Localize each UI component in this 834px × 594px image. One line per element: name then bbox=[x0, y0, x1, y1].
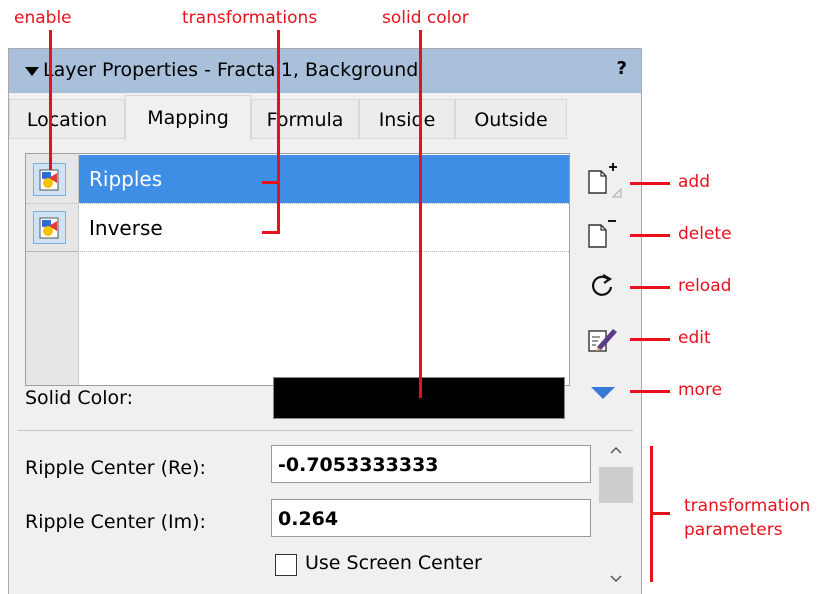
panel-title: Layer Properties - Fractal1, Background bbox=[43, 59, 419, 81]
delete-annotation: delete bbox=[678, 224, 732, 244]
row-separator bbox=[26, 251, 569, 252]
delete-document-icon bbox=[588, 220, 616, 248]
transformation-row-inverse[interactable]: Inverse bbox=[79, 204, 569, 252]
solid-color-pointer-line bbox=[419, 30, 422, 398]
use-screen-center-checkbox[interactable] bbox=[275, 554, 297, 576]
add-document-icon bbox=[588, 163, 622, 198]
enable-toggle-inverse[interactable] bbox=[33, 211, 66, 244]
more-annotation: more bbox=[678, 380, 723, 400]
use-screen-center-label: Use Screen Center bbox=[305, 552, 482, 574]
parameters-scrollbar[interactable] bbox=[599, 435, 633, 594]
ripple-center-re-label: Ripple Center (Re): bbox=[25, 457, 206, 479]
reload-annotation: reload bbox=[678, 276, 732, 296]
panel-titlebar[interactable]: Layer Properties - Fractal1, Background … bbox=[9, 49, 641, 93]
tab-formula[interactable]: Formula bbox=[251, 99, 359, 139]
help-icon[interactable]: ? bbox=[617, 58, 627, 79]
ripple-center-re-input[interactable]: -0.7053333333 bbox=[271, 445, 591, 483]
reload-button[interactable] bbox=[585, 269, 621, 305]
edit-button[interactable] bbox=[585, 321, 621, 357]
transformations-annotation: transformations bbox=[182, 8, 318, 28]
scroll-up-icon bbox=[610, 446, 622, 454]
enable-pointer-line bbox=[49, 30, 52, 170]
add-annotation: add bbox=[678, 172, 710, 192]
ripple-center-im-input[interactable]: 0.264 bbox=[271, 499, 591, 537]
transformations-list[interactable]: Ripples Inverse bbox=[25, 153, 570, 386]
collapse-triangle-icon[interactable] bbox=[25, 67, 39, 76]
more-triangle-icon bbox=[591, 387, 615, 399]
transformation-row-ripples[interactable]: Ripples bbox=[79, 155, 569, 203]
add-button[interactable] bbox=[585, 161, 622, 198]
more-pointer-line bbox=[630, 390, 670, 393]
solid-color-annotation: solid color bbox=[382, 8, 469, 28]
delete-pointer-line bbox=[630, 234, 670, 237]
reload-icon bbox=[592, 274, 613, 296]
enable-column bbox=[26, 154, 79, 385]
layer-properties-panel: Layer Properties - Fractal1, Background … bbox=[8, 48, 642, 594]
params-bracket-tick bbox=[650, 512, 670, 515]
tab-inside[interactable]: Inside bbox=[359, 99, 455, 139]
transformations-pointer-line bbox=[277, 30, 280, 234]
section-divider bbox=[17, 430, 633, 431]
scroll-thumb[interactable] bbox=[599, 467, 633, 503]
add-pointer-line bbox=[630, 182, 670, 185]
params-annotation-line1: transformation bbox=[684, 496, 811, 516]
delete-button[interactable] bbox=[585, 215, 621, 251]
ripple-center-im-label: Ripple Center (Im): bbox=[25, 511, 206, 533]
tab-mapping[interactable]: Mapping bbox=[125, 95, 251, 141]
transformations-pointer-tick bbox=[262, 181, 280, 184]
enable-annotation: enable bbox=[14, 8, 72, 28]
transformations-pointer-tick bbox=[262, 231, 280, 234]
tab-strip: Location Mapping Formula Inside Outside bbox=[9, 93, 641, 141]
edit-pointer-line bbox=[630, 338, 670, 341]
edit-annotation: edit bbox=[678, 328, 711, 348]
more-button[interactable] bbox=[585, 375, 621, 411]
solid-color-label: Solid Color: bbox=[25, 387, 134, 409]
scroll-down-icon bbox=[610, 575, 622, 583]
tab-location[interactable]: Location bbox=[9, 99, 125, 139]
reload-pointer-line bbox=[630, 286, 670, 289]
tab-outside[interactable]: Outside bbox=[455, 99, 567, 139]
transformation-enabled-icon bbox=[39, 169, 59, 191]
params-annotation-line2: parameters bbox=[684, 520, 783, 540]
edit-pencil-icon bbox=[588, 329, 617, 352]
transformation-enabled-icon bbox=[39, 217, 59, 239]
